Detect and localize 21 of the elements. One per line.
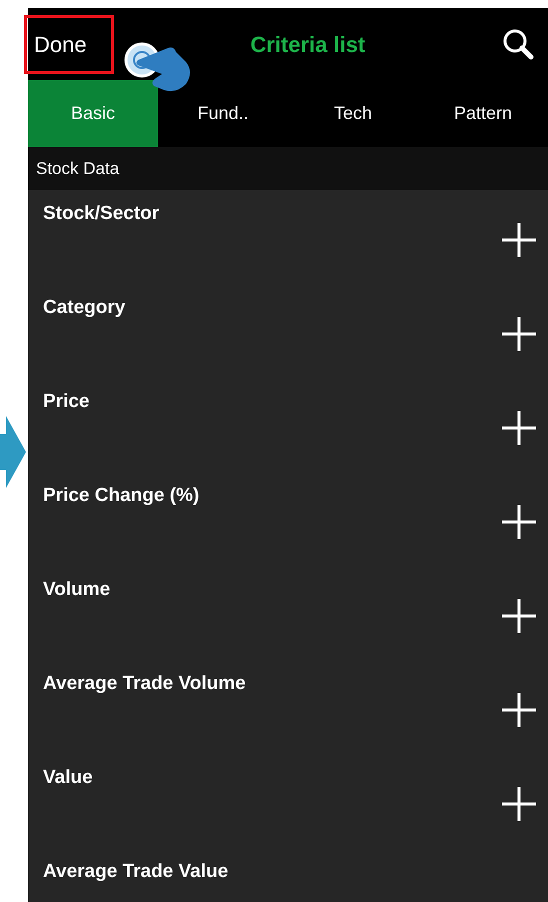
pointer-arrow-icon	[0, 416, 26, 488]
done-button[interactable]: Done	[24, 14, 114, 74]
add-icon[interactable]	[502, 410, 536, 444]
add-icon[interactable]	[502, 692, 536, 726]
add-icon[interactable]	[502, 786, 536, 820]
criterion-label: Stock/Sector	[43, 202, 160, 226]
criterion-label: Price	[43, 390, 90, 414]
criterion-label: Average Trade Value	[43, 860, 230, 884]
search-icon[interactable]	[502, 28, 534, 60]
criterion-label: Average Trade Volume	[43, 672, 247, 696]
criterion-label: Value	[43, 766, 94, 790]
add-icon[interactable]	[502, 598, 536, 632]
screen-title: Criteria list	[250, 32, 366, 56]
tab[interactable]: Basic	[28, 80, 158, 147]
add-icon[interactable]	[502, 222, 536, 256]
add-icon[interactable]	[502, 504, 536, 538]
criterion-label: Volume	[43, 578, 112, 602]
criterion-label: Category	[43, 296, 126, 320]
section-header: Stock Data	[36, 158, 120, 180]
add-icon[interactable]	[502, 316, 536, 350]
criterion-label: Price Change (%)	[43, 484, 200, 508]
